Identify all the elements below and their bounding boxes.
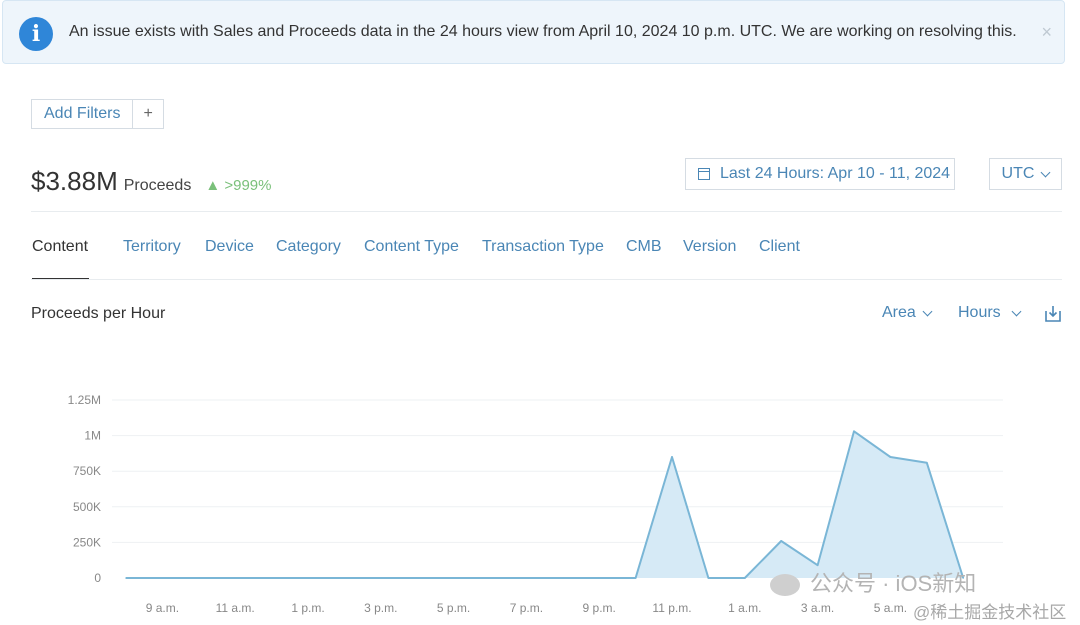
chart-title: Proceeds per Hour <box>31 305 166 322</box>
date-range-picker[interactable]: Last 24 Hours: Apr 10 - 11, 2024 <box>685 158 955 190</box>
data-point <box>634 577 637 579</box>
data-point <box>744 577 746 579</box>
data-point <box>198 577 200 579</box>
y-tick-label: 750K <box>73 464 101 478</box>
divider <box>31 211 1062 212</box>
download-icon[interactable] <box>1045 305 1061 323</box>
data-point <box>125 577 127 579</box>
y-tick-label: 250K <box>73 535 101 549</box>
data-point <box>161 577 164 579</box>
data-point <box>853 430 855 433</box>
add-filter-plus-button[interactable]: + <box>133 99 164 129</box>
divider <box>31 279 1062 280</box>
chart-type-dropdown[interactable]: Area <box>882 304 933 322</box>
alert-message: An issue exists with Sales and Proceeds … <box>69 23 1017 40</box>
watermark-secondary: @稀土掘金技术社区 <box>913 603 1067 622</box>
x-tick-label: 3 p.m. <box>364 601 397 615</box>
tab-category[interactable]: Category <box>276 238 341 256</box>
chevron-down-icon <box>1011 306 1022 316</box>
proceeds-total: $3.88M <box>31 166 118 196</box>
data-point <box>926 461 928 464</box>
x-tick-label: 5 a.m. <box>874 601 907 615</box>
proceeds-label: Proceeds <box>123 177 192 194</box>
timezone-select[interactable]: UTC <box>989 158 1062 190</box>
tab-device[interactable]: Device <box>205 238 254 256</box>
proceeds-delta: ▲ >999% <box>205 177 272 194</box>
watermark-text: 公众号 · iOS新知 <box>810 571 977 596</box>
data-point <box>562 577 564 579</box>
y-tick-label: 500K <box>73 500 101 514</box>
info-icon: i <box>19 17 53 51</box>
timezone-label: UTC <box>1001 165 1035 182</box>
data-point <box>707 577 710 579</box>
tab-content[interactable]: Content <box>32 238 88 256</box>
data-point <box>671 456 673 458</box>
x-tick-label: 11 p.m. <box>652 601 691 615</box>
proceeds-summary: $3.88M Proceeds ▲ >999% <box>31 166 271 197</box>
data-point <box>525 577 528 579</box>
data-point <box>270 577 273 579</box>
wechat-logo-icon <box>770 574 800 597</box>
x-tick-label: 1 p.m. <box>291 601 324 615</box>
data-point <box>780 540 782 542</box>
y-tick-label: 1M <box>84 429 101 443</box>
chevron-down-icon <box>1040 167 1051 177</box>
watermark: 公众号 · iOS新知 <box>770 566 976 598</box>
x-tick-label: 9 a.m. <box>146 601 179 615</box>
alert-banner: i An issue exists with Sales and Proceed… <box>2 0 1065 64</box>
tab-version[interactable]: Version <box>683 238 736 256</box>
tab-cmb[interactable]: CMB <box>626 238 662 256</box>
y-tick-label: 0 <box>94 571 101 585</box>
granularity-label: Hours <box>958 304 1001 321</box>
data-point <box>380 577 382 579</box>
filter-bar: Add Filters + <box>31 99 164 129</box>
x-tick-label: 3 a.m. <box>801 601 834 615</box>
data-point <box>489 577 491 579</box>
x-tick-label: 11 a.m. <box>216 601 255 615</box>
data-point <box>452 577 455 579</box>
series-area <box>126 431 964 578</box>
x-tick-label: 5 p.m. <box>437 601 470 615</box>
data-point <box>234 577 236 579</box>
tab-territory[interactable]: Territory <box>123 238 181 256</box>
tab-client[interactable]: Client <box>759 238 800 256</box>
date-range-label: Last 24 Hours: Apr 10 - 11, 2024 <box>720 165 951 182</box>
data-point <box>889 456 892 458</box>
tab-content-type[interactable]: Content Type <box>364 238 459 256</box>
data-point <box>343 577 346 579</box>
chart-type-label: Area <box>882 304 916 321</box>
data-point <box>598 577 600 579</box>
granularity-dropdown[interactable]: Hours <box>958 304 1022 322</box>
close-icon[interactable]: × <box>1041 23 1052 41</box>
tab-transaction-type[interactable]: Transaction Type <box>482 238 604 256</box>
x-tick-label: 7 p.m. <box>510 601 543 615</box>
x-tick-label: 9 p.m. <box>583 601 616 615</box>
add-filters-button[interactable]: Add Filters <box>31 99 134 129</box>
data-point <box>416 577 419 579</box>
x-tick-label: 1 a.m. <box>728 601 761 615</box>
calendar-icon <box>698 168 710 180</box>
data-point <box>307 577 309 579</box>
chevron-down-icon <box>922 306 933 316</box>
y-tick-label: 1.25M <box>68 393 101 407</box>
